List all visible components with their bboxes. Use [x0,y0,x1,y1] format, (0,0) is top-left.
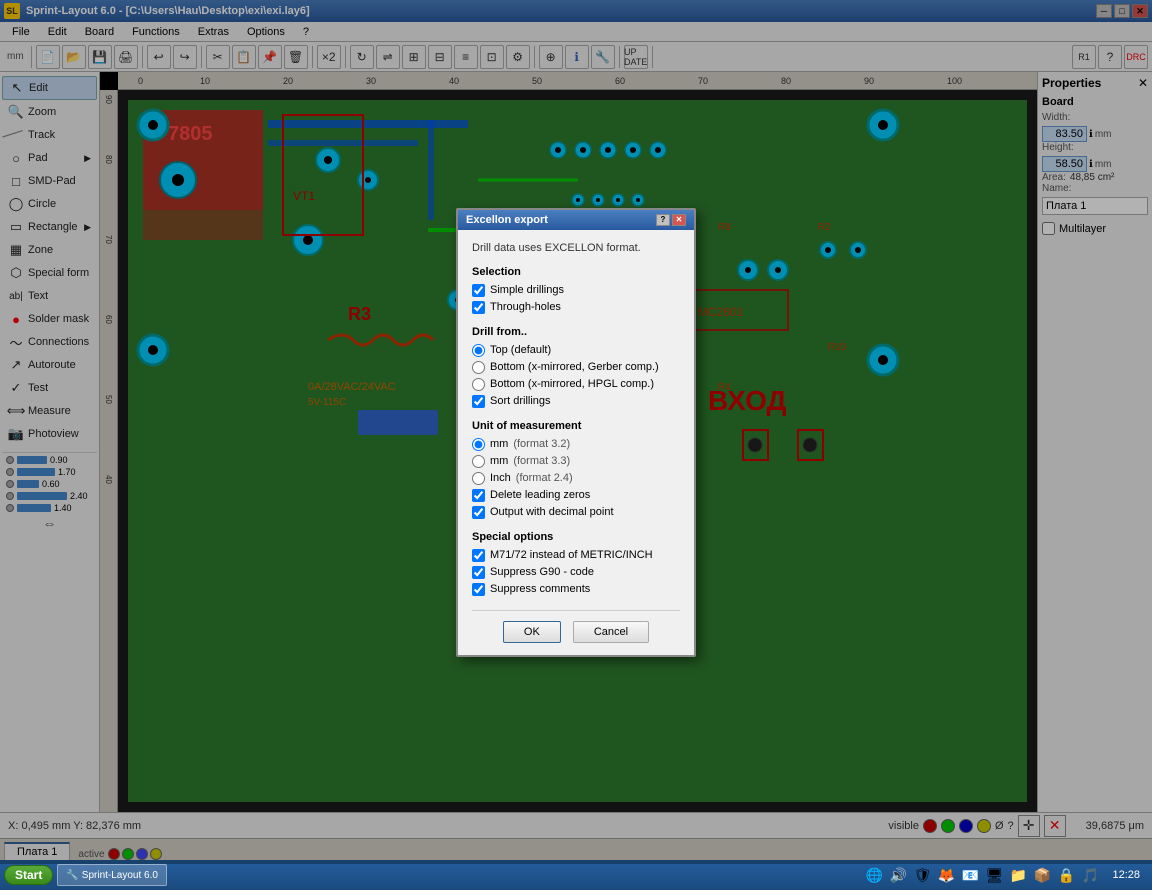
modal-overlay: Excellon export ? ✕ Drill data uses EXCE… [0,0,1152,864]
drill-top-radio[interactable] [472,344,485,357]
suppress-g90-row: Suppress G90 - code [472,566,680,579]
selection-title: Selection [472,266,680,278]
tray-network[interactable]: 🌐 [864,865,884,885]
sort-drillings-checkbox[interactable] [472,395,485,408]
drill-from-title: Drill from.. [472,326,680,338]
drill-top-row: Top (default) [472,344,680,357]
delete-leading-zeros-label: Delete leading zeros [490,489,590,501]
unit-mm32-label: mm [490,438,508,450]
tray-email[interactable]: 📧 [960,865,980,885]
dialog-help-button[interactable]: ? [656,214,670,226]
through-holes-row: Through-holes [472,301,680,314]
cancel-button[interactable]: Cancel [573,621,649,643]
selection-section: Selection Simple drillings Through-holes [472,266,680,314]
unit-mm32-radio[interactable] [472,438,485,451]
special-options-section: Special options M71/72 instead of METRIC… [472,531,680,596]
m71-label: M71/72 instead of METRIC/INCH [490,549,653,561]
simple-drillings-label: Simple drillings [490,284,564,296]
drill-from-section: Drill from.. Top (default) Bottom (x-mir… [472,326,680,408]
unit-section: Unit of measurement mm (format 3.2) mm (… [472,420,680,519]
tray-folder[interactable]: 📁 [1008,865,1028,885]
excellon-export-dialog: Excellon export ? ✕ Drill data uses EXCE… [456,208,696,657]
output-decimal-row: Output with decimal point [472,506,680,519]
unit-title: Unit of measurement [472,420,680,432]
ok-button[interactable]: OK [503,621,561,643]
dialog-title-buttons: ? ✕ [656,214,686,226]
tray-lock[interactable]: 🔒 [1056,865,1076,885]
dialog-description: Drill data uses EXCELLON format. [472,242,680,254]
suppress-g90-label: Suppress G90 - code [490,566,594,578]
active-app-icon: 🔧 [66,870,78,881]
unit-mm33-label: mm [490,455,508,467]
tray-security[interactable]: 🛡 [912,865,932,885]
tray-package[interactable]: 📦 [1032,865,1052,885]
drill-bottom-hpgl-row: Bottom (x-mirrored, HPGL comp.) [472,378,680,391]
output-decimal-checkbox[interactable] [472,506,485,519]
unit-mm33-radio[interactable] [472,455,485,468]
drill-top-label: Top (default) [490,344,551,356]
sort-drillings-label: Sort drillings [490,395,551,407]
unit-inch-format: (format 2.4) [516,472,573,484]
suppress-comments-label: Suppress comments [490,583,590,595]
dialog-body: Drill data uses EXCELLON format. Selecti… [458,230,694,655]
dialog-buttons: OK Cancel [472,610,680,643]
unit-inch-radio[interactable] [472,472,485,485]
output-decimal-label: Output with decimal point [490,506,614,518]
suppress-g90-checkbox[interactable] [472,566,485,579]
m71-checkbox[interactable] [472,549,485,562]
unit-inch-label: Inch [490,472,511,484]
simple-drillings-checkbox[interactable] [472,284,485,297]
unit-inch-row: Inch (format 2.4) [472,472,680,485]
drill-bottom-gerber-radio[interactable] [472,361,485,374]
m71-row: M71/72 instead of METRIC/INCH [472,549,680,562]
unit-mm32-row: mm (format 3.2) [472,438,680,451]
drill-bottom-hpgl-radio[interactable] [472,378,485,391]
clock: 12:28 [1104,869,1148,881]
unit-mm33-format: (format 3.3) [513,455,570,467]
delete-leading-zeros-checkbox[interactable] [472,489,485,502]
through-holes-label: Through-holes [490,301,561,313]
dialog-close-button[interactable]: ✕ [672,214,686,226]
drill-bottom-gerber-row: Bottom (x-mirrored, Gerber comp.) [472,361,680,374]
unit-mm32-format: (format 3.2) [513,438,570,450]
delete-leading-zeros-row: Delete leading zeros [472,489,680,502]
tray-browser[interactable]: 🦊 [936,865,956,885]
sort-drillings-row: Sort drillings [472,395,680,408]
taskbar: Start 🔧 Sprint-Layout 6.0 🌐 🔊 🛡 🦊 📧 🖥 📁 … [0,860,1152,890]
suppress-comments-checkbox[interactable] [472,583,485,596]
special-options-title: Special options [472,531,680,543]
drill-bottom-hpgl-label: Bottom (x-mirrored, HPGL comp.) [490,378,654,390]
dialog-title-bar: Excellon export ? ✕ [458,210,694,230]
suppress-comments-row: Suppress comments [472,583,680,596]
tray-volume[interactable]: 🔊 [888,865,908,885]
dialog-title: Excellon export [466,214,548,226]
tray-monitor[interactable]: 🖥 [984,865,1004,885]
tray-music[interactable]: 🎵 [1080,865,1100,885]
start-button[interactable]: Start [4,865,53,885]
simple-drillings-row: Simple drillings [472,284,680,297]
drill-bottom-gerber-label: Bottom (x-mirrored, Gerber comp.) [490,361,659,373]
through-holes-checkbox[interactable] [472,301,485,314]
unit-mm33-row: mm (format 3.3) [472,455,680,468]
active-app-label: Sprint-Layout 6.0 [82,870,158,881]
active-app-button[interactable]: 🔧 Sprint-Layout 6.0 [57,864,167,886]
